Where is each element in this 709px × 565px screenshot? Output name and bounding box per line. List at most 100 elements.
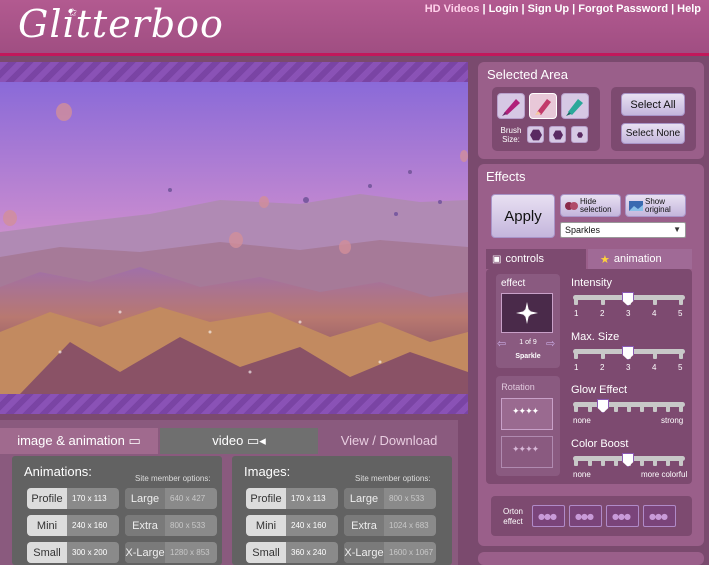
- login-link[interactable]: Login: [489, 3, 519, 15]
- color-boost-min-label: none: [573, 470, 591, 479]
- brush-tool-button[interactable]: [497, 93, 525, 119]
- dots-icon: ●●●: [538, 512, 557, 521]
- images-member-note: Site member options:: [355, 474, 431, 483]
- intensity-tick-label: 5: [678, 309, 683, 318]
- tab-animation[interactable]: ★ animation: [588, 249, 692, 269]
- tab-view-download[interactable]: View / Download: [320, 428, 458, 454]
- anim-size-mini[interactable]: Mini 240 x 160: [27, 515, 119, 536]
- anim-size-large[interactable]: Large 640 x 427: [125, 488, 217, 509]
- eye-hidden-icon: [565, 201, 578, 210]
- img-size-extra[interactable]: Extra 1024 x 683: [344, 515, 436, 536]
- next-effect-arrow-icon[interactable]: ⇨: [546, 337, 555, 350]
- image-icon: ▭: [128, 433, 141, 448]
- tick: [666, 405, 670, 412]
- brush-size-medium[interactable]: [549, 126, 566, 143]
- max-size-tick-label: 2: [600, 363, 605, 372]
- orton-option-3[interactable]: ●●●: [606, 505, 639, 527]
- glow-max-label: strong: [661, 416, 684, 425]
- anim-size-profile[interactable]: Profile 170 x 113: [27, 488, 119, 509]
- rotation-option-1[interactable]: ✦✦✦✦: [501, 398, 553, 430]
- brush-size-large[interactable]: [527, 126, 544, 143]
- orton-option-1[interactable]: ●●●: [532, 505, 565, 527]
- hexagon-large-icon: [530, 129, 542, 141]
- brush-size-small[interactable]: [571, 126, 588, 143]
- effect-pager: 1 of 9: [519, 339, 537, 346]
- tick: [679, 459, 683, 466]
- tick: [653, 459, 657, 466]
- show-original-button[interactable]: Show original: [625, 194, 686, 217]
- intensity-label: Intensity: [571, 277, 612, 289]
- tick: [614, 459, 618, 466]
- signup-link[interactable]: Sign Up: [528, 3, 570, 15]
- tick: [574, 459, 578, 466]
- img-size-mini[interactable]: Mini 240 x 160: [246, 515, 338, 536]
- brush-size-label-1: Brush: [500, 126, 522, 135]
- sparkles-icon: ✦✦✦✦: [512, 407, 539, 417]
- tick: [666, 459, 670, 466]
- tick: [588, 405, 592, 412]
- picture-icon: [629, 200, 643, 211]
- help-link[interactable]: Help: [677, 3, 701, 15]
- effects-title: Effects: [486, 169, 526, 184]
- tick: [574, 352, 578, 359]
- next-box: [478, 552, 704, 565]
- tick: [640, 459, 644, 466]
- img-size-large[interactable]: Large 800 x 533: [344, 488, 436, 509]
- select-none-button[interactable]: Select None: [621, 123, 685, 144]
- glow-min-label: none: [573, 416, 591, 425]
- star-icon: ★: [600, 253, 610, 266]
- effect-select[interactable]: Sparkles ▼: [560, 222, 686, 238]
- select-all-button[interactable]: Select All: [621, 93, 685, 116]
- hexagon-small-icon: [577, 132, 583, 138]
- intensity-tick-label: 4: [652, 309, 657, 318]
- photo-canvas[interactable]: [0, 82, 468, 394]
- max-size-label: Max. Size: [571, 331, 620, 343]
- logo[interactable]: Glitterboo: [18, 2, 224, 46]
- intensity-tick-label: 1: [574, 309, 579, 318]
- tab-video[interactable]: video ▭◂: [160, 428, 318, 454]
- img-size-xlarge[interactable]: X-Large 1600 x 1067: [344, 542, 436, 563]
- orton-option-2[interactable]: ●●●: [569, 505, 602, 527]
- orton-label-1: Orton: [502, 507, 523, 516]
- tab-controls[interactable]: ▣ controls: [486, 249, 586, 269]
- img-size-small[interactable]: Small 360 x 240: [246, 542, 338, 563]
- images-title: Images:: [244, 464, 291, 479]
- anim-size-xlarge[interactable]: X-Large 1280 x 853: [125, 542, 217, 563]
- stripe-bottom: [0, 394, 468, 414]
- tab-image-animation[interactable]: image & animation ▭: [0, 428, 158, 454]
- tick: [653, 298, 657, 305]
- effect-thumbnail[interactable]: [501, 293, 553, 333]
- prev-effect-arrow-icon[interactable]: ⇦: [497, 337, 506, 350]
- logo-star-icon: ✩: [68, 6, 78, 19]
- brush-icon: [502, 99, 520, 116]
- tick: [574, 298, 578, 305]
- img-size-profile[interactable]: Profile 170 x 113: [246, 488, 338, 509]
- animations-member-note: Site member options:: [135, 474, 211, 483]
- hide-selection-button[interactable]: Hide selection: [560, 194, 621, 217]
- intensity-tick-label: 3: [626, 309, 631, 318]
- anim-size-extra[interactable]: Extra 800 x 533: [125, 515, 217, 536]
- dots-icon: ●●●: [649, 512, 668, 521]
- tick: [588, 459, 592, 466]
- tick: [679, 298, 683, 305]
- stripe-top: [0, 62, 468, 82]
- eraser-tool-button[interactable]: [529, 93, 557, 119]
- apply-button[interactable]: Apply: [491, 194, 555, 238]
- orton-label-2: effect: [503, 517, 523, 526]
- rotation-option-2[interactable]: ✦✦✦✦: [501, 436, 553, 468]
- hd-videos-link[interactable]: HD Videos: [425, 3, 480, 15]
- effect-label: effect: [501, 278, 526, 289]
- tick: [627, 405, 631, 412]
- glow-label: Glow Effect: [571, 384, 628, 396]
- anim-size-small[interactable]: Small 300 x 200: [27, 542, 119, 563]
- fill-icon: [566, 99, 583, 116]
- sparkles-icon: ✦✦✦✦: [512, 445, 539, 455]
- tick: [601, 352, 605, 359]
- fill-tool-button[interactable]: [561, 93, 589, 119]
- forgot-password-link[interactable]: Forgot Password: [578, 3, 668, 15]
- chevron-down-icon: ▼: [673, 225, 681, 234]
- orton-option-4[interactable]: ●●●: [643, 505, 676, 527]
- max-size-tick-label: 1: [574, 363, 579, 372]
- tick: [640, 405, 644, 412]
- hexagon-medium-icon: [553, 130, 563, 140]
